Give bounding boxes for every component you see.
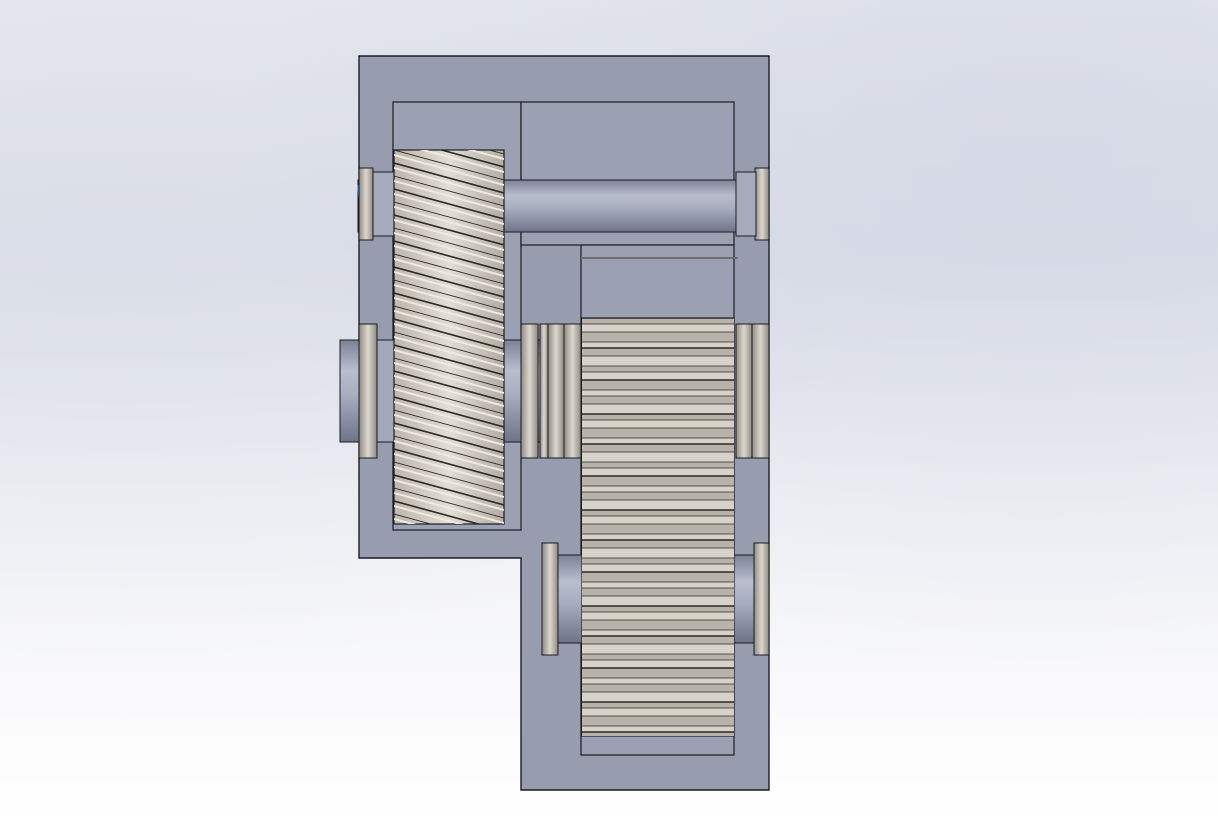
spur-tooth-band xyxy=(582,438,734,444)
spur-tooth-band xyxy=(582,404,734,414)
spur-tooth-band xyxy=(582,630,734,636)
spur-tooth-band xyxy=(582,726,734,732)
spur-tooth-band xyxy=(582,444,734,452)
spur-tooth-band xyxy=(582,348,734,356)
spur-tooth-band xyxy=(582,462,734,468)
spur-tooth-band xyxy=(582,356,734,366)
spur-tooth-band xyxy=(582,390,734,396)
spur-tooth-band xyxy=(582,582,734,588)
helical-tooth-highlight xyxy=(394,571,504,601)
spur-tooth-band xyxy=(582,396,734,404)
spur-tooth-band xyxy=(582,516,734,524)
spur-tooth-band xyxy=(582,380,734,390)
spur-tooth-band xyxy=(582,414,734,420)
spur-tooth-band xyxy=(582,716,734,726)
spur-tooth-band xyxy=(582,558,734,564)
helical-tooth-highlight xyxy=(394,584,504,614)
spur-tooth-band xyxy=(582,332,734,342)
spur-tooth-band xyxy=(582,564,734,572)
spur-tooth-band xyxy=(582,540,734,548)
gearbox-assembly-drawing xyxy=(339,55,770,791)
spur-tooth-band xyxy=(582,510,734,516)
spur-tooth-band xyxy=(582,324,734,332)
spur-tooth-band xyxy=(582,620,734,630)
spur-tooth-band xyxy=(582,702,734,708)
spur-tooth-band xyxy=(582,606,734,612)
spur-tooth-band xyxy=(582,596,734,606)
spur-gear-teeth xyxy=(582,318,734,736)
spur-tooth-band xyxy=(582,428,734,438)
helical-tooth-line xyxy=(394,579,504,609)
spur-tooth-band xyxy=(582,572,734,582)
helical-tooth-highlight xyxy=(394,558,504,588)
spur-tooth-band xyxy=(582,708,734,716)
cad-viewport[interactable] xyxy=(0,0,1218,820)
helical-tooth-line xyxy=(394,566,504,596)
spur-tooth-band xyxy=(582,318,734,324)
spur-tooth-band xyxy=(582,692,734,702)
spur-tooth-band xyxy=(582,548,734,558)
spur-tooth-band xyxy=(582,644,734,654)
spur-tooth-band xyxy=(582,534,734,540)
spur-tooth-band xyxy=(582,684,734,692)
spur-tooth-band xyxy=(582,636,734,644)
spur-tooth-band xyxy=(582,668,734,678)
spur-tooth-band xyxy=(582,476,734,486)
spur-tooth-band xyxy=(582,588,734,596)
spur-tooth-band xyxy=(582,654,734,660)
spur-tooth-band xyxy=(582,420,734,428)
spur-tooth-band xyxy=(582,486,734,492)
spur-tooth-band xyxy=(582,468,734,476)
spur-tooth-band xyxy=(582,492,734,500)
spur-tooth-band xyxy=(582,612,734,620)
spur-tooth-band xyxy=(582,366,734,372)
spur-tooth-band xyxy=(582,342,734,348)
spur-tooth-band xyxy=(582,678,734,684)
spur-tooth-band xyxy=(582,660,734,668)
spur-gear xyxy=(581,317,735,737)
spur-tooth-band xyxy=(582,500,734,510)
spur-tooth-band xyxy=(582,372,734,380)
spur-tooth-band xyxy=(582,452,734,462)
spur-tooth-band xyxy=(582,524,734,534)
